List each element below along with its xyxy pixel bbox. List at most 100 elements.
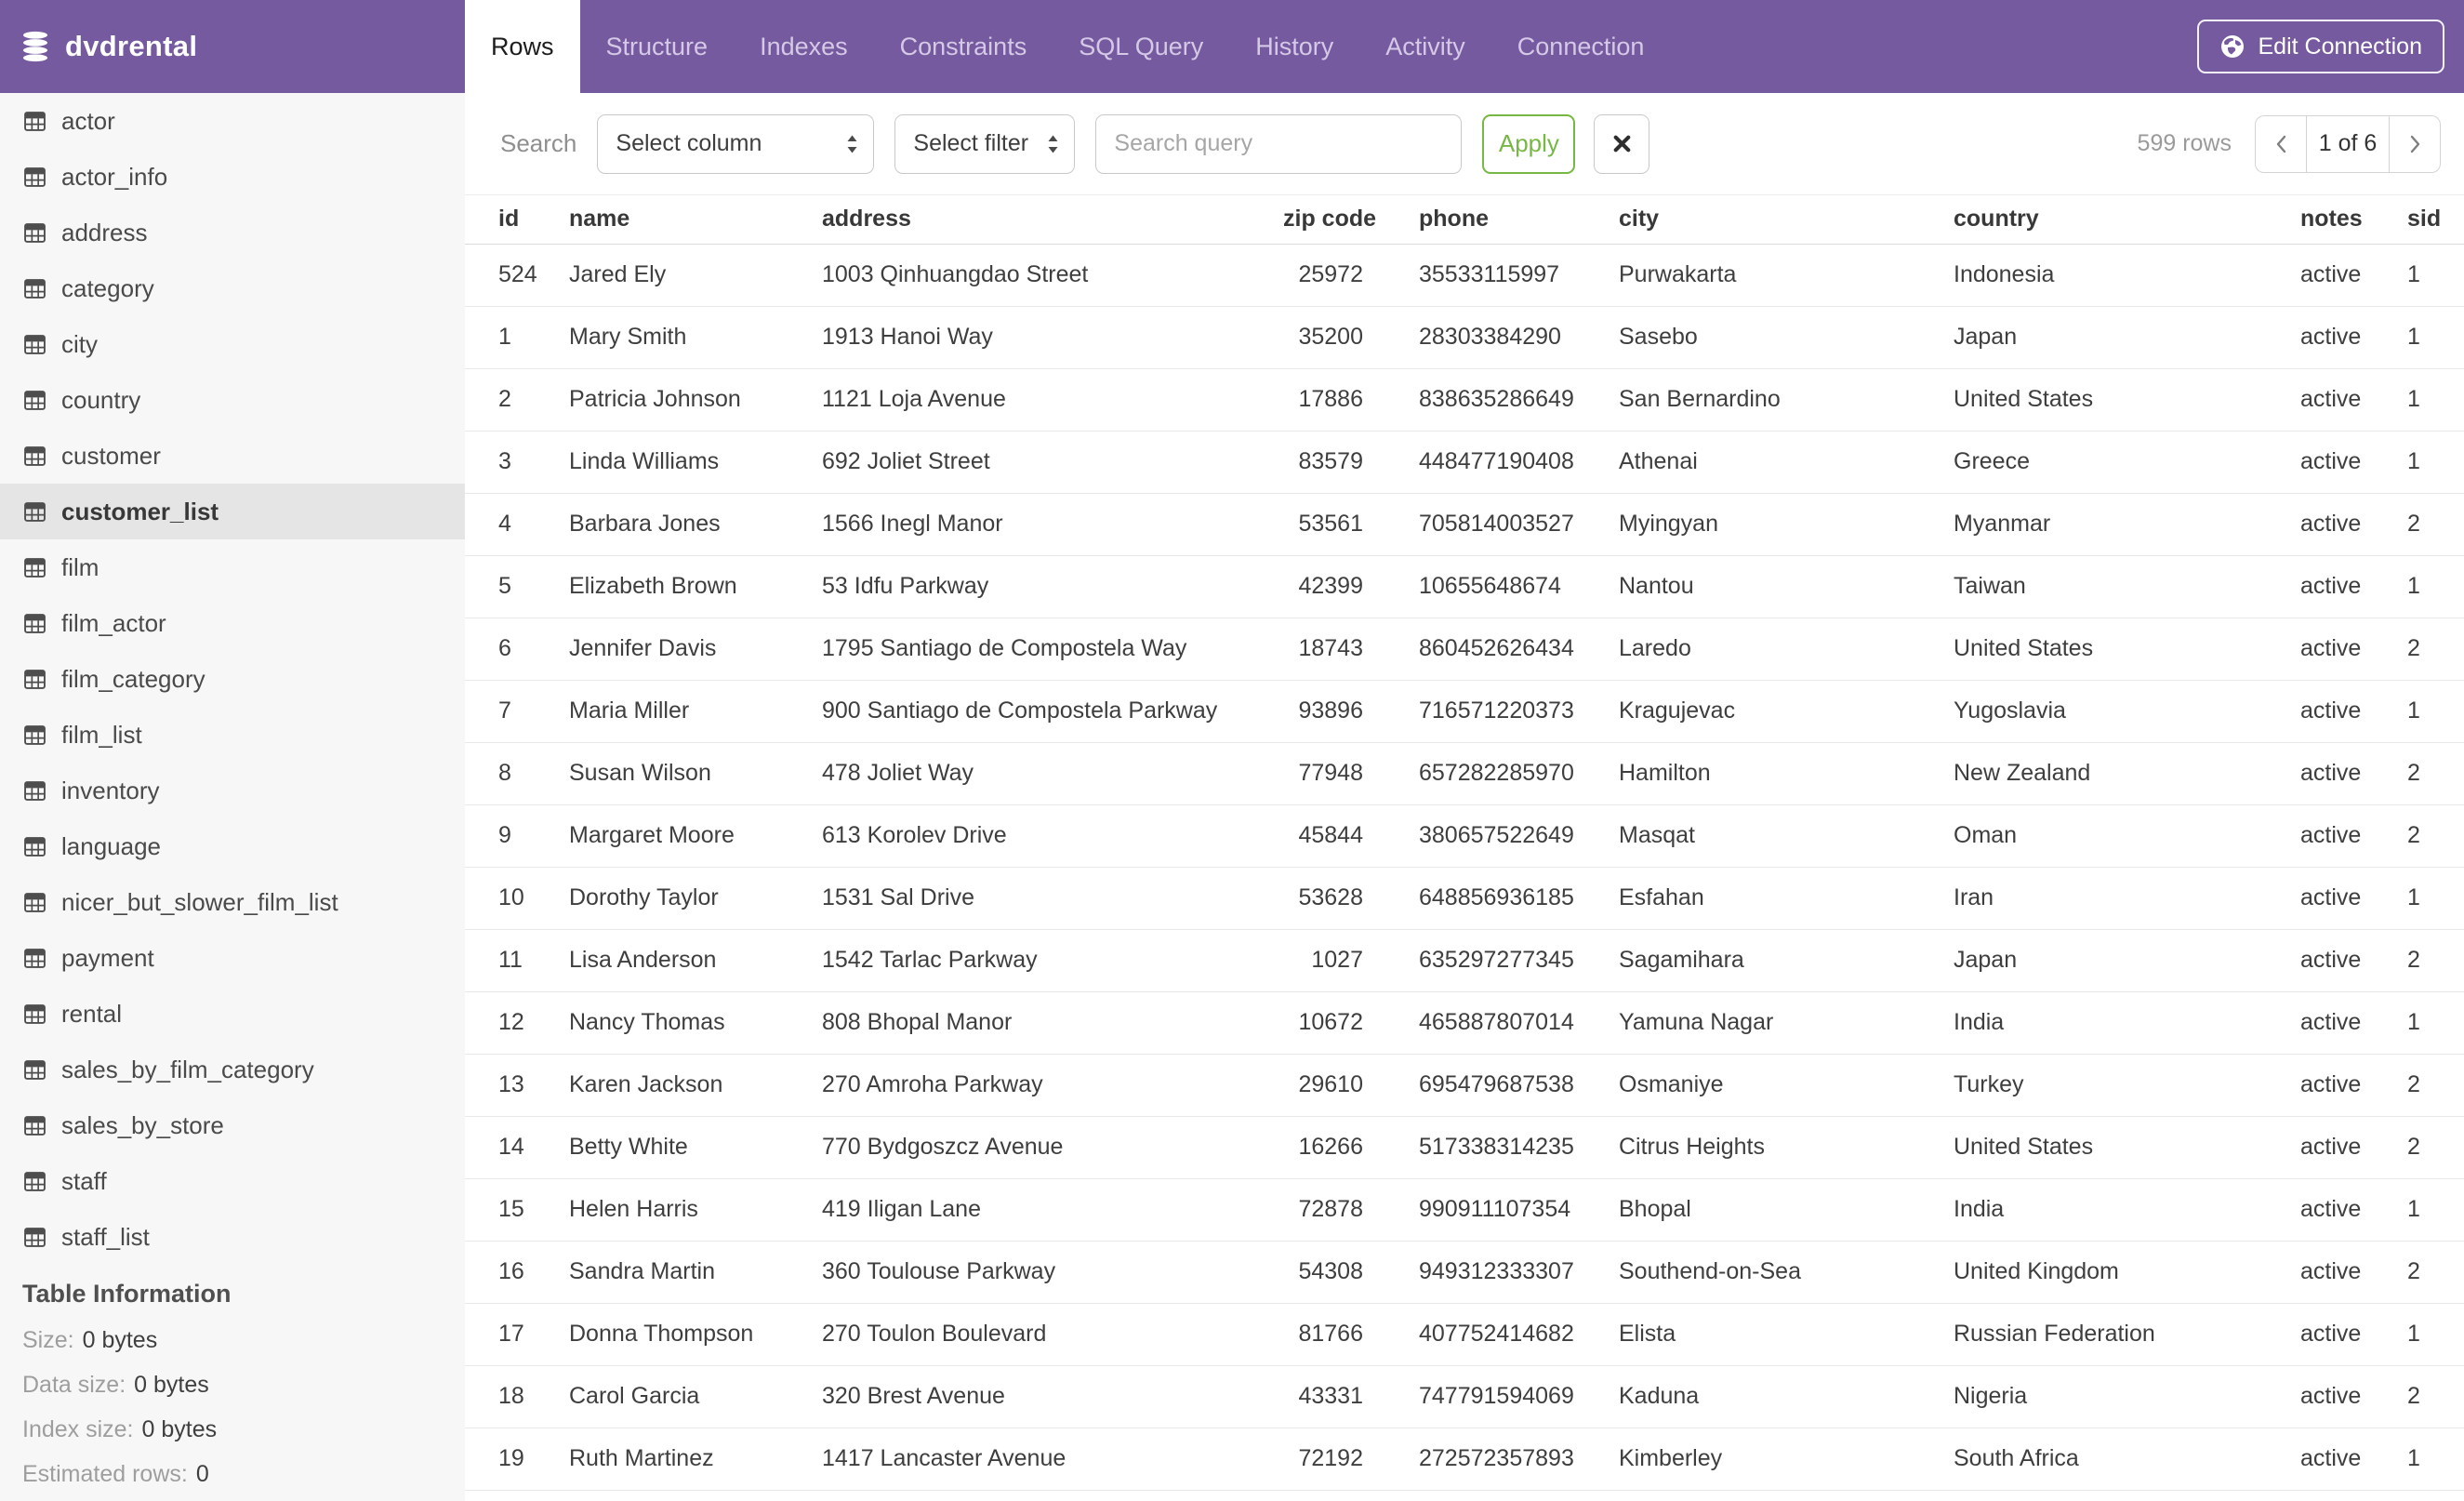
tab-activity[interactable]: Activity <box>1359 0 1491 93</box>
sidebar-item-customer[interactable]: customer <box>0 428 465 484</box>
edit-connection-label: Edit Connection <box>2258 33 2422 60</box>
table-row[interactable]: 12 Nancy Thomas 808 Bhopal Manor 10672 46588… <box>465 991 2464 1055</box>
sidebar-item-city[interactable]: city <box>0 316 465 372</box>
sidebar-item-customer_list[interactable]: customer_list <box>0 484 465 539</box>
cell-city: Masqat <box>1619 804 1954 868</box>
cell-city: San Bernardino <box>1619 368 1954 432</box>
sidebar-item-language[interactable]: language <box>0 818 465 874</box>
table-row[interactable]: 14 Betty White 770 Bydgoszcz Avenue 16266 51… <box>465 1116 2464 1179</box>
cell-notes: active <box>2300 431 2407 494</box>
cell-id: 19 <box>465 1428 569 1491</box>
edit-connection-button[interactable]: Edit Connection <box>2197 20 2444 73</box>
cell-zip-code: 81766 <box>1283 1303 1419 1366</box>
column-select-value: Select column <box>616 130 762 156</box>
sidebar-item-payment[interactable]: payment <box>0 930 465 986</box>
cell-address: 1913 Hanoi Way <box>822 306 1283 369</box>
table-row[interactable]: 5 Elizabeth Brown 53 Idfu Parkway 42399 1065… <box>465 555 2464 618</box>
sidebar-item-actor[interactable]: actor <box>0 93 465 149</box>
sidebar-item-inventory[interactable]: inventory <box>0 763 465 818</box>
cell-address: 1003 Qinhuangdao Street <box>822 244 1283 307</box>
sidebar-item-actor_info[interactable]: actor_info <box>0 149 465 205</box>
tab-indexes[interactable]: Indexes <box>734 0 874 93</box>
cell-id: 7 <box>465 680 569 743</box>
app-window: dvdrental Rows Structure Indexes Constraint… <box>0 0 2464 1501</box>
sidebar-item-label: film <box>61 552 99 581</box>
cell-sid: 2 <box>2407 1054 2464 1117</box>
sidebar-item-sales_by_film_category[interactable]: sales_by_film_category <box>0 1042 465 1097</box>
cell-city: Citrus Heights <box>1619 1116 1954 1179</box>
cell-id: 524 <box>465 244 569 307</box>
search-query-input[interactable] <box>1095 113 1463 174</box>
cell-zip-code: 53628 <box>1283 867 1419 930</box>
apply-button[interactable]: Apply <box>1482 113 1576 174</box>
cell-country: Nigeria <box>1954 1365 2300 1428</box>
cell-zip-code: 83579 <box>1283 431 1419 494</box>
sidebar-item-country[interactable]: country <box>0 372 465 428</box>
cell-notes: active <box>2300 306 2407 369</box>
table-row[interactable]: 16 Sandra Martin 360 Toulouse Parkway 54308… <box>465 1241 2464 1304</box>
cell-name: Elizabeth Brown <box>569 555 822 618</box>
tab-history[interactable]: History <box>1229 0 1359 93</box>
sidebar-item-sales_by_store[interactable]: sales_by_store <box>0 1097 465 1153</box>
sidebar-item-staff_list[interactable]: staff_list <box>0 1209 465 1265</box>
sidebar-item-label: payment <box>61 943 154 972</box>
table-row[interactable]: 1 Mary Smith 1913 Hanoi Way 35200 2830338429… <box>465 306 2464 369</box>
tab-structure[interactable]: Structure <box>580 0 735 93</box>
table-row[interactable]: 6 Jennifer Davis 1795 Santiago de Composte… <box>465 618 2464 681</box>
table-row[interactable]: 7 Maria Miller 900 Santiago de Compostela … <box>465 680 2464 743</box>
cell-name: Margaret Moore <box>569 804 822 868</box>
sidebar-item-rental[interactable]: rental <box>0 986 465 1042</box>
sidebar-item-staff[interactable]: staff <box>0 1153 465 1209</box>
table-row[interactable]: 15 Helen Harris 419 Iligan Lane 72878 990911… <box>465 1178 2464 1242</box>
cell-country: Oman <box>1954 804 2300 868</box>
next-page-button[interactable] <box>2390 114 2441 173</box>
table-icon <box>24 222 46 243</box>
sidebar: actor actor_info address category city countr… <box>0 93 465 1501</box>
cell-phone: 705814003527 <box>1419 493 1619 556</box>
cell-id: 17 <box>465 1303 569 1366</box>
cell-id: 9 <box>465 804 569 868</box>
tab-rows[interactable]: Rows <box>465 0 580 93</box>
cell-id: 10 <box>465 867 569 930</box>
table-row[interactable]: 11 Lisa Anderson 1542 Tarlac Parkway 1027 63… <box>465 929 2464 992</box>
cell-city: Athenai <box>1619 431 1954 494</box>
table-row[interactable]: 10 Dorothy Taylor 1531 Sal Drive 53628 64885… <box>465 867 2464 930</box>
sidebar-item-film_category[interactable]: film_category <box>0 651 465 707</box>
cell-phone: 635297277345 <box>1419 929 1619 992</box>
sidebar-item-category[interactable]: category <box>0 260 465 316</box>
column-select[interactable]: Select column <box>597 113 875 174</box>
clear-search-button[interactable] <box>1594 113 1650 174</box>
sidebar-item-address[interactable]: address <box>0 205 465 260</box>
cell-country: Russian Federation <box>1954 1303 2300 1366</box>
table-row[interactable]: 4 Barbara Jones 1566 Inegl Manor 53561 70581… <box>465 493 2464 556</box>
table-row[interactable]: 2 Patricia Johnson 1121 Loja Avenue 17886 83… <box>465 368 2464 432</box>
sidebar-item-nicer_but_slower_film_list[interactable]: nicer_but_slower_film_list <box>0 874 465 930</box>
table-row[interactable]: 13 Karen Jackson 270 Amroha Parkway 29610 69… <box>465 1054 2464 1117</box>
sidebar-item-film[interactable]: film <box>0 539 465 595</box>
table-icon <box>24 111 46 131</box>
tab-constraints[interactable]: Constraints <box>874 0 1053 93</box>
cell-country: Japan <box>1954 929 2300 992</box>
table-row[interactable]: 524 Jared Ely 1003 Qinhuangdao Street 25972… <box>465 244 2464 307</box>
cell-sid: 1 <box>2407 1428 2464 1491</box>
tab-connection[interactable]: Connection <box>1491 0 1671 93</box>
table-row[interactable]: 3 Linda Williams 692 Joliet Street 83579 448… <box>465 431 2464 494</box>
tab-sql-query[interactable]: SQL Query <box>1053 0 1229 93</box>
table-row[interactable]: 17 Donna Thompson 270 Toulon Boulevard 8176… <box>465 1303 2464 1366</box>
sidebar-item-film_actor[interactable]: film_actor <box>0 595 465 651</box>
column-header-zip-code: zip code <box>1283 195 1419 245</box>
sidebar-item-film_list[interactable]: film_list <box>0 707 465 763</box>
sidebar-item-label: sales_by_film_category <box>61 1055 314 1083</box>
prev-page-button[interactable] <box>2255 114 2306 173</box>
cell-zip-code: 10672 <box>1283 991 1419 1055</box>
search-label: Search <box>500 129 577 157</box>
table-row[interactable]: 19 Ruth Martinez 1417 Lancaster Avenue 7219… <box>465 1428 2464 1491</box>
cell-zip-code: 93896 <box>1283 680 1419 743</box>
filter-select[interactable]: Select filter <box>894 113 1076 174</box>
sidebar-item-label: sales_by_store <box>61 1110 224 1139</box>
table-row[interactable]: 18 Carol Garcia 320 Brest Avenue 43331 74779… <box>465 1365 2464 1428</box>
table-row[interactable]: 8 Susan Wilson 478 Joliet Way 77948 65728228… <box>465 742 2464 805</box>
table-row[interactable]: 9 Margaret Moore 613 Korolev Drive 45844 380… <box>465 804 2464 868</box>
cell-sid: 1 <box>2407 368 2464 432</box>
cell-city: Nantou <box>1619 555 1954 618</box>
